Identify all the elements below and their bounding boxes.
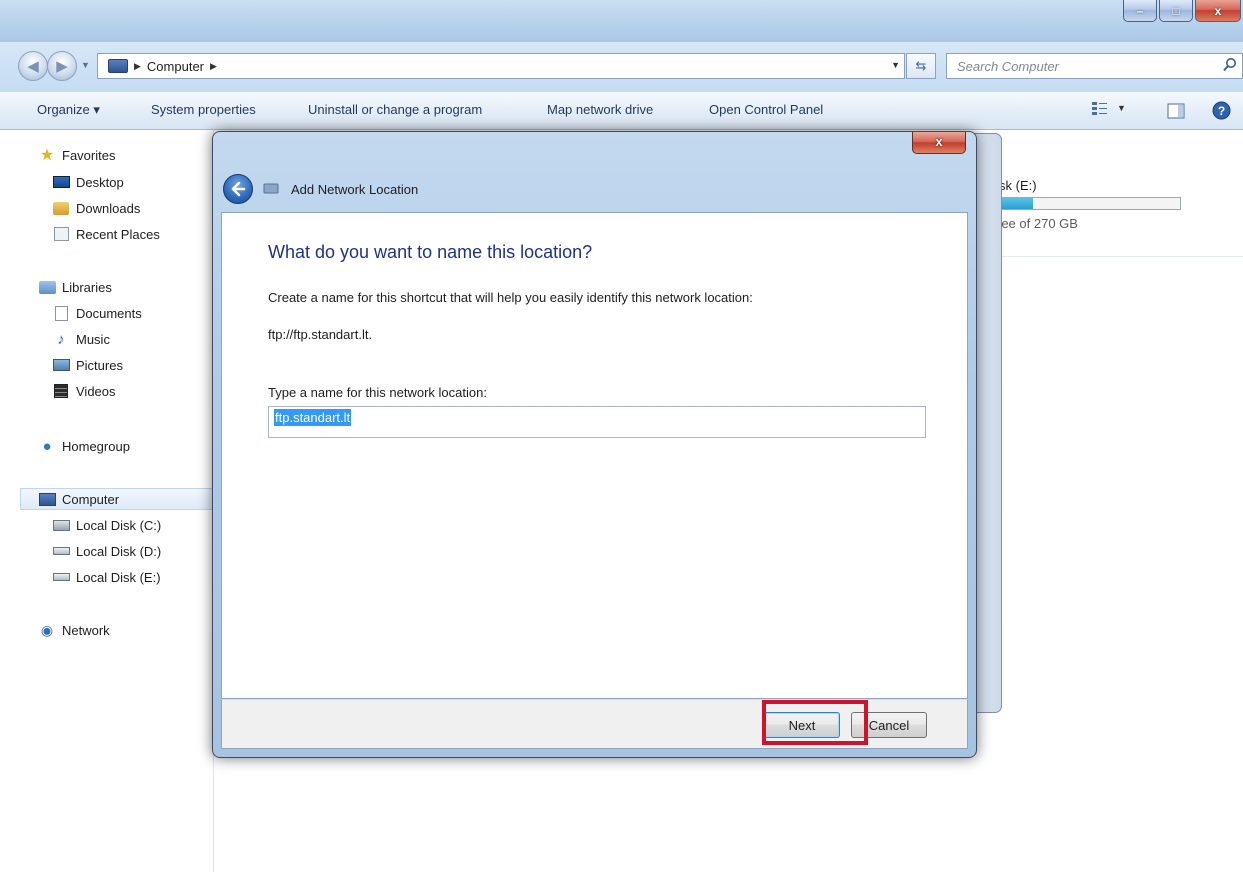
search-input[interactable]: Search Computer <box>946 53 1243 79</box>
sidebar-item-label: Desktop <box>76 174 124 190</box>
window-controls: – □ x <box>1123 0 1241 22</box>
sidebar-item-downloads[interactable]: Downloads <box>52 200 140 216</box>
location-name-value[interactable]: ftp.standart.lt <box>274 409 352 426</box>
computer-icon <box>38 491 56 507</box>
svg-text:?: ? <box>1218 104 1225 118</box>
sidebar-item-music[interactable]: ♪ Music <box>52 330 110 348</box>
videos-icon <box>52 383 70 399</box>
dialog-body: What do you want to name this location? … <box>221 212 968 699</box>
minimize-button[interactable]: – <box>1123 0 1157 22</box>
sidebar-item-label: Videos <box>76 383 116 399</box>
refresh-button[interactable]: ⇆ <box>906 53 936 79</box>
sidebar-item-label: Downloads <box>76 200 141 216</box>
sidebar-item-label: Computer <box>62 491 120 507</box>
forward-button[interactable]: ▶ <box>47 51 77 81</box>
navigation-pane: ★ Favorites Desktop Downloads Recent Pla… <box>0 130 214 872</box>
dialog-description: Create a name for this shortcut that wil… <box>268 290 753 305</box>
system-properties-button[interactable]: System properties <box>151 102 256 117</box>
search-icon[interactable] <box>1222 57 1238 73</box>
music-icon: ♪ <box>57 330 65 348</box>
breadcrumb-chevron-icon[interactable]: ▶ <box>134 61 141 72</box>
preview-pane-icon[interactable] <box>1167 102 1185 120</box>
back-button[interactable]: ◀ <box>18 51 48 81</box>
address-history-dropdown[interactable]: ▼ <box>891 60 900 70</box>
sidebar-item-recent-places[interactable]: Recent Places <box>52 226 160 242</box>
map-network-drive-button[interactable]: Map network drive <box>547 102 653 117</box>
search-placeholder: Search Computer <box>957 58 1059 74</box>
view-options-icon <box>1092 102 1107 115</box>
sidebar-item-label: Local Disk (E:) <box>76 569 161 585</box>
refresh-icon: ⇆ <box>915 58 927 73</box>
help-icon[interactable]: ? <box>1212 101 1231 120</box>
desktop-icon <box>52 174 70 190</box>
sidebar-item-favorites[interactable]: ★ Favorites <box>38 147 116 164</box>
sidebar-item-homegroup[interactable]: ● Homegroup <box>38 437 130 455</box>
dialog-back-button[interactable] <box>223 174 253 204</box>
sidebar-item-label: Documents <box>76 305 142 321</box>
sidebar-item-local-disk-d[interactable]: Local Disk (D:) <box>52 543 161 559</box>
drive-icon <box>52 543 70 559</box>
view-options[interactable]: ▼ <box>1091 100 1126 116</box>
recent-places-icon <box>52 226 70 242</box>
sidebar-item-label: Music <box>76 331 110 347</box>
uninstall-program-button[interactable]: Uninstall or change a program <box>308 102 482 117</box>
sidebar-item-label: Pictures <box>76 357 123 373</box>
sidebar-item-local-disk-c[interactable]: Local Disk (C:) <box>52 517 161 533</box>
network-address: ftp://ftp.standart.lt. <box>268 327 373 342</box>
address-bar[interactable]: ▶ Computer ▶ ▼ <box>97 53 905 79</box>
window-titlebar: – □ x <box>0 0 1243 42</box>
maximize-button[interactable]: □ <box>1159 0 1193 22</box>
sidebar-item-desktop[interactable]: Desktop <box>52 174 124 190</box>
command-bar: Organize ▾ System properties Uninstall o… <box>0 92 1243 130</box>
drive-e-usage-bar <box>995 197 1181 210</box>
libraries-icon <box>38 279 56 295</box>
view-dropdown-icon[interactable]: ▼ <box>1117 103 1126 113</box>
sidebar-item-label: Recent Places <box>76 226 160 242</box>
sidebar-item-pictures[interactable]: Pictures <box>52 357 123 373</box>
forward-arrow-icon: ▶ <box>56 58 68 75</box>
network-icon: ◉ <box>40 621 54 638</box>
open-control-panel-button[interactable]: Open Control Panel <box>709 102 823 117</box>
sidebar-item-label: Local Disk (D:) <box>76 543 162 559</box>
next-button-highlight <box>762 700 868 745</box>
close-button[interactable]: x <box>1195 0 1241 22</box>
sidebar-item-label: Local Disk (C:) <box>76 517 162 533</box>
pictures-icon <box>52 357 70 373</box>
homegroup-icon: ● <box>42 437 52 455</box>
sidebar-item-label: Libraries <box>62 279 112 295</box>
downloads-folder-icon <box>52 200 70 216</box>
network-location-icon <box>263 183 279 194</box>
back-arrow-icon: ◀ <box>27 58 39 75</box>
location-name-input[interactable]: ftp.standart.lt <box>268 406 926 438</box>
drive-icon <box>52 569 70 585</box>
dialog-close-button[interactable]: x <box>912 132 966 154</box>
dialog-title: Add Network Location <box>291 182 419 197</box>
sidebar-item-computer[interactable]: Computer <box>20 488 214 510</box>
back-arrow-icon <box>231 181 246 197</box>
drive-e-free-space: ree of 270 GB <box>997 216 1078 231</box>
sidebar-item-label: Homegroup <box>62 438 130 454</box>
breadcrumb-computer[interactable]: Computer <box>147 59 204 74</box>
computer-icon <box>108 59 128 73</box>
address-row: ◀ ▶ ▼ ▶ Computer ▶ ▼ ⇆ Search Computer <box>0 42 1243 92</box>
drive-e-label[interactable]: sk (E:) <box>999 178 1037 193</box>
sidebar-item-local-disk-e[interactable]: Local Disk (E:) <box>52 569 161 585</box>
documents-icon <box>52 305 70 321</box>
dialog-heading: What do you want to name this location? <box>268 242 593 262</box>
system-drive-icon <box>52 517 70 533</box>
organize-menu[interactable]: Organize ▾ <box>37 102 100 118</box>
name-field-label: Type a name for this network location: <box>268 385 487 400</box>
divider <box>995 256 1243 257</box>
sidebar-item-network[interactable]: ◉ Network <box>38 622 110 638</box>
sidebar-item-label: Favorites <box>62 147 116 163</box>
sidebar-item-documents[interactable]: Documents <box>52 305 142 321</box>
breadcrumb-chevron-icon[interactable]: ▶ <box>210 61 217 72</box>
star-icon: ★ <box>39 147 55 164</box>
sidebar-item-libraries[interactable]: Libraries <box>38 279 112 295</box>
sidebar-item-videos[interactable]: Videos <box>52 383 116 399</box>
add-network-location-dialog: x Add Network Location What do you want … <box>212 131 977 758</box>
recent-pages-dropdown[interactable]: ▼ <box>81 60 90 70</box>
sidebar-item-label: Network <box>62 622 110 638</box>
